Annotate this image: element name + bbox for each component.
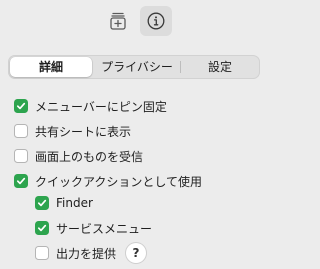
checkbox-pin-menu-bar[interactable] <box>14 99 28 113</box>
tab-settings[interactable]: 設定 <box>182 57 258 77</box>
checkbox-show-in-share-sheet[interactable] <box>14 124 28 138</box>
checkmark-icon <box>37 199 47 207</box>
checkbox-finder[interactable] <box>35 196 49 210</box>
tab-details[interactable]: 詳細 <box>10 57 92 77</box>
checkmark-icon <box>16 102 26 110</box>
checkbox-provide-output[interactable] <box>35 246 49 260</box>
option-label: Finder <box>56 196 93 210</box>
option-label: 出力を提供 <box>56 246 117 261</box>
option-use-as-quick-action[interactable]: クイックアクションとして使用 <box>14 171 202 191</box>
option-show-in-share-sheet[interactable]: 共有シートに表示 <box>14 121 131 141</box>
checkmark-icon <box>16 177 26 185</box>
toolbar <box>0 6 268 36</box>
info-icon <box>147 12 165 30</box>
add-to-stack-icon <box>110 12 126 30</box>
option-label: 画面上のものを受信 <box>35 149 144 164</box>
option-receive-screen[interactable]: 画面上のものを受信 <box>14 146 143 166</box>
tab-bar: 詳細 プライバシー 設定 <box>8 55 260 79</box>
quick-action-services-menu[interactable]: サービスメニュー <box>35 218 152 238</box>
checkbox-use-as-quick-action[interactable] <box>14 174 28 188</box>
option-label: 共有シートに表示 <box>35 124 132 139</box>
option-label: メニューバーにピン固定 <box>35 99 167 114</box>
tab-divider <box>180 61 181 73</box>
checkmark-icon <box>37 224 47 232</box>
quick-action-finder[interactable]: Finder <box>35 193 93 213</box>
checkbox-services-menu[interactable] <box>35 221 49 235</box>
tab-privacy[interactable]: プライバシー <box>94 57 180 77</box>
checkbox-receive-screen[interactable] <box>14 149 28 163</box>
option-label: サービスメニュー <box>56 221 153 236</box>
option-pin-menu-bar[interactable]: メニューバーにピン固定 <box>14 96 167 116</box>
option-label: クイックアクションとして使用 <box>35 174 203 189</box>
quick-action-provide-output[interactable]: 出力を提供 ? <box>35 243 147 263</box>
add-to-stack-button[interactable] <box>102 6 134 36</box>
help-button[interactable]: ? <box>126 243 147 263</box>
info-button[interactable] <box>140 6 172 36</box>
